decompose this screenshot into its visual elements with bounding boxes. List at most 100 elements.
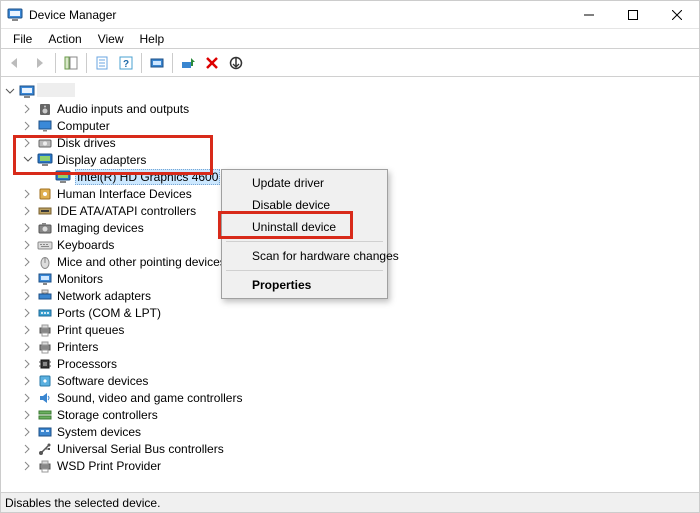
tree-node-label: Keyboards bbox=[57, 238, 114, 252]
ide-icon bbox=[37, 203, 53, 219]
tree-category[interactable]: Software devices bbox=[21, 372, 699, 389]
expand-toggle-icon[interactable] bbox=[21, 442, 35, 456]
menu-file[interactable]: File bbox=[5, 30, 40, 48]
help-button[interactable]: ? bbox=[115, 52, 137, 74]
usb-icon bbox=[37, 441, 53, 457]
app-icon bbox=[7, 7, 23, 23]
camera-icon bbox=[37, 220, 53, 236]
tree-category[interactable]: Audio inputs and outputs bbox=[21, 100, 699, 117]
toolbar: ? bbox=[1, 49, 699, 77]
expand-toggle-icon[interactable] bbox=[21, 289, 35, 303]
context-menu-item[interactable]: Scan for hardware changes bbox=[224, 245, 385, 267]
disable-button[interactable] bbox=[225, 52, 247, 74]
tree-root-node[interactable] bbox=[3, 83, 699, 100]
expand-toggle-icon[interactable] bbox=[21, 238, 35, 252]
system-icon bbox=[37, 424, 53, 440]
expand-toggle-icon[interactable] bbox=[21, 306, 35, 320]
expand-toggle-icon[interactable] bbox=[21, 340, 35, 354]
minimize-button[interactable] bbox=[567, 1, 611, 29]
expand-toggle-icon[interactable] bbox=[21, 459, 35, 473]
menu-action[interactable]: Action bbox=[40, 30, 89, 48]
tree-node-label: Audio inputs and outputs bbox=[57, 102, 189, 116]
tree-category[interactable]: Computer bbox=[21, 117, 699, 134]
expand-toggle-icon[interactable] bbox=[3, 85, 17, 99]
printer-icon bbox=[37, 322, 53, 338]
monitor-icon bbox=[37, 271, 53, 287]
expand-toggle-icon[interactable] bbox=[21, 136, 35, 150]
menu-view[interactable]: View bbox=[90, 30, 132, 48]
tree-category[interactable]: Ports (COM & LPT) bbox=[21, 304, 699, 321]
tree-node-label: Sound, video and game controllers bbox=[57, 391, 242, 405]
expand-toggle-icon[interactable] bbox=[21, 102, 35, 116]
tree-category[interactable]: Universal Serial Bus controllers bbox=[21, 440, 699, 457]
expand-toggle-icon[interactable] bbox=[21, 153, 35, 167]
context-menu-item[interactable]: Uninstall device bbox=[224, 216, 385, 238]
menu-help[interactable]: Help bbox=[132, 30, 173, 48]
maximize-button[interactable] bbox=[611, 1, 655, 29]
tree-node-label: Computer bbox=[57, 119, 110, 133]
tree-category[interactable]: WSD Print Provider bbox=[21, 457, 699, 474]
tree-node-label: Print queues bbox=[57, 323, 124, 337]
tree-node-label: Network adapters bbox=[57, 289, 151, 303]
uninstall-button[interactable] bbox=[201, 52, 223, 74]
tree-category[interactable]: Sound, video and game controllers bbox=[21, 389, 699, 406]
tree-node-label: Processors bbox=[57, 357, 117, 371]
mouse-icon bbox=[37, 254, 53, 270]
expand-toggle-icon[interactable] bbox=[21, 374, 35, 388]
network-icon bbox=[37, 288, 53, 304]
context-menu-separator bbox=[226, 241, 383, 242]
software-icon bbox=[37, 373, 53, 389]
tree-category[interactable]: Display adapters bbox=[21, 151, 699, 168]
context-menu-item[interactable]: Properties bbox=[224, 274, 385, 296]
update-driver-button[interactable] bbox=[177, 52, 199, 74]
tree-node-label: Universal Serial Bus controllers bbox=[57, 442, 224, 456]
tree-node-label: Intel(R) HD Graphics 4600 bbox=[75, 169, 220, 185]
tree-node-label: Monitors bbox=[57, 272, 103, 286]
expand-toggle-icon[interactable] bbox=[21, 391, 35, 405]
display-icon bbox=[37, 152, 53, 168]
expand-toggle-icon[interactable] bbox=[21, 204, 35, 218]
expand-toggle-icon[interactable] bbox=[21, 255, 35, 269]
display-icon bbox=[55, 169, 71, 185]
tree-node-label: Human Interface Devices bbox=[57, 187, 192, 201]
menubar: File Action View Help bbox=[1, 29, 699, 49]
forward-button[interactable] bbox=[29, 52, 51, 74]
tree-category[interactable]: System devices bbox=[21, 423, 699, 440]
expand-toggle-icon[interactable] bbox=[21, 408, 35, 422]
status-text: Disables the selected device. bbox=[5, 496, 160, 510]
tree-category[interactable]: Storage controllers bbox=[21, 406, 699, 423]
close-button[interactable] bbox=[655, 1, 699, 29]
computer-icon bbox=[19, 84, 35, 100]
tree-category[interactable]: Print queues bbox=[21, 321, 699, 338]
properties-button[interactable] bbox=[91, 52, 113, 74]
tree-category[interactable]: Printers bbox=[21, 338, 699, 355]
port-icon bbox=[37, 305, 53, 321]
expand-toggle-icon[interactable] bbox=[21, 221, 35, 235]
window-title: Device Manager bbox=[29, 8, 116, 22]
printer-icon bbox=[37, 339, 53, 355]
tree-node-label: Imaging devices bbox=[57, 221, 144, 235]
tree-node-label: Ports (COM & LPT) bbox=[57, 306, 161, 320]
expand-toggle-icon[interactable] bbox=[21, 272, 35, 286]
expand-toggle-icon[interactable] bbox=[21, 187, 35, 201]
expand-toggle-icon[interactable] bbox=[21, 357, 35, 371]
hid-icon bbox=[37, 186, 53, 202]
context-menu-item[interactable]: Disable device bbox=[224, 194, 385, 216]
expand-toggle-icon[interactable] bbox=[21, 119, 35, 133]
expand-toggle-icon[interactable] bbox=[21, 323, 35, 337]
tree-node-label: Disk drives bbox=[57, 136, 116, 150]
context-menu-separator bbox=[226, 270, 383, 271]
keyboard-icon bbox=[37, 237, 53, 253]
scan-hardware-button[interactable] bbox=[146, 52, 168, 74]
tree-node-label: Display adapters bbox=[57, 153, 146, 167]
context-menu: Update driverDisable deviceUninstall dev… bbox=[221, 169, 388, 299]
context-menu-item[interactable]: Update driver bbox=[224, 172, 385, 194]
status-bar: Disables the selected device. bbox=[1, 492, 699, 512]
tree-category[interactable]: Processors bbox=[21, 355, 699, 372]
expand-toggle-icon[interactable] bbox=[21, 425, 35, 439]
back-button[interactable] bbox=[5, 52, 27, 74]
printer-icon bbox=[37, 458, 53, 474]
show-hide-tree-button[interactable] bbox=[60, 52, 82, 74]
tree-category[interactable]: Disk drives bbox=[21, 134, 699, 151]
tree-node-label: Storage controllers bbox=[57, 408, 158, 422]
